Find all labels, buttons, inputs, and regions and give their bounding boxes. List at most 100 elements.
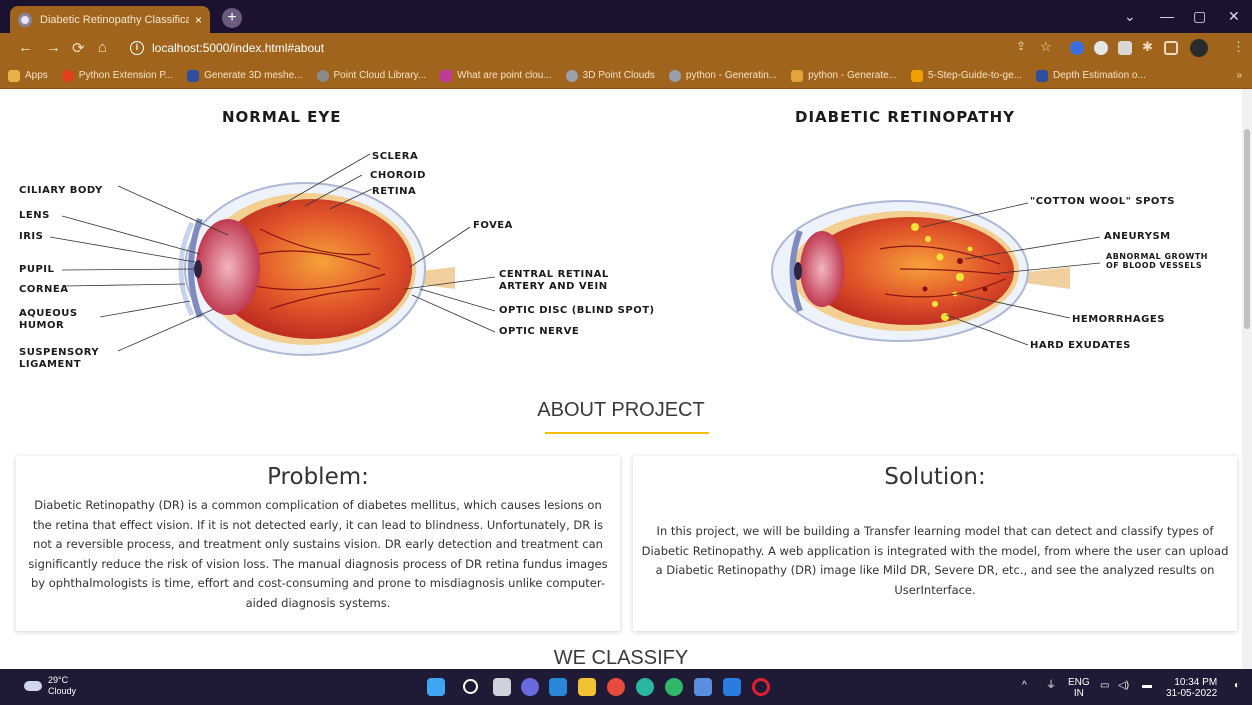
edge-icon[interactable]: [636, 678, 654, 696]
close-window-button[interactable]: ✕: [1228, 8, 1240, 25]
bookmark-favicon-icon: [61, 69, 74, 82]
vscode-icon[interactable]: [723, 678, 741, 696]
app-icon[interactable]: [665, 678, 683, 696]
side-panel-icon[interactable]: [1164, 41, 1178, 55]
page-scrollbar[interactable]: [1242, 89, 1252, 669]
label-aqueous-humor: AQUEOUS HUMOR: [19, 308, 78, 331]
bookmark-favicon-icon: [911, 69, 924, 82]
forward-arrow-icon[interactable]: →: [46, 39, 61, 56]
label-hard-exudates: HARD EXUDATES: [1030, 340, 1131, 351]
search-icon[interactable]: [463, 679, 478, 694]
bookmark-item[interactable]: 3D Point Clouds: [565, 69, 655, 82]
bookmark-favicon-icon: [440, 69, 453, 82]
extension-icon[interactable]: [1118, 41, 1132, 55]
bookmark-favicon-icon: [791, 69, 804, 82]
tray-chevron-icon[interactable]: ^: [1022, 680, 1027, 691]
bookmark-favicon-icon: [668, 69, 681, 82]
tab-search-icon[interactable]: ⌄: [1124, 8, 1136, 25]
weather-condition: Cloudy: [48, 686, 77, 696]
browser-toolbar: ← → ⟳ ⌂ i localhost:5000/index.html#abou…: [0, 33, 1252, 63]
label-lens: LENS: [19, 210, 50, 221]
bookmark-item[interactable]: What are point clou...: [440, 69, 552, 82]
extensions-puzzle-icon[interactable]: ✱: [1142, 39, 1153, 55]
battery-icon[interactable]: ▬: [1142, 680, 1152, 691]
new-tab-button[interactable]: +: [222, 8, 242, 28]
bookmark-favicon-icon: [565, 69, 578, 82]
weather-temperature: 29°C: [48, 675, 69, 685]
bookmark-item[interactable]: python - Generatin...: [668, 69, 777, 82]
label-hemorrhages: HEMORRHAGES: [1072, 314, 1165, 325]
bookmark-apps[interactable]: Apps: [8, 69, 48, 82]
opera-icon[interactable]: [752, 678, 770, 696]
microphone-icon[interactable]: ⏚: [1046, 680, 1056, 691]
bookmark-item[interactable]: Python Extension P...: [61, 69, 173, 82]
page-viewport: NORMAL EYE SCLERA CHOROID RETINA CILIARY…: [0, 89, 1242, 669]
site-info-icon[interactable]: i: [130, 41, 144, 55]
browser-tab-active[interactable]: Diabetic Retinopathy Classificati ×: [10, 6, 210, 33]
minimize-button[interactable]: —: [1160, 8, 1174, 24]
bookmark-favicon-icon: [187, 69, 200, 82]
label-retina: RETINA: [372, 186, 417, 197]
bookmark-item[interactable]: 5-Step-Guide-to-ge...: [911, 69, 1022, 82]
maximize-button[interactable]: ▢: [1193, 8, 1206, 25]
label-cotton-wool: "COTTON WOOL" SPOTS: [1030, 196, 1175, 207]
label-cornea: CORNEA: [19, 284, 69, 295]
photos-icon[interactable]: [694, 678, 712, 696]
bookmark-item[interactable]: Generate 3D meshe...: [187, 69, 303, 82]
problem-text: Diabetic Retinopathy (DR) is a common co…: [28, 498, 608, 610]
share-icon[interactable]: ⇪: [1016, 39, 1026, 53]
extension-icon[interactable]: [1094, 41, 1108, 55]
tab-close-icon[interactable]: ×: [195, 13, 202, 27]
language-indicator[interactable]: ENG IN: [1068, 677, 1090, 699]
home-icon[interactable]: ⌂: [98, 39, 107, 56]
bookmark-star-icon[interactable]: ☆: [1040, 39, 1052, 55]
profile-avatar[interactable]: [1190, 39, 1208, 57]
network-icon[interactable]: ▭: [1100, 680, 1109, 691]
address-url[interactable]: localhost:5000/index.html#about: [152, 41, 324, 55]
clock[interactable]: 10:34 PM 31-05-2022: [1166, 677, 1217, 699]
task-view-icon[interactable]: [493, 678, 511, 696]
bookmark-item[interactable]: Point Cloud Library...: [316, 69, 426, 82]
label-choroid: CHOROID: [370, 170, 426, 181]
cloud-icon: [24, 681, 42, 691]
label-ciliary-body: CILIARY BODY: [19, 185, 103, 196]
dr-title: DIABETIC RETINOPATHY: [795, 108, 1015, 126]
tab-favicon-icon: [18, 12, 32, 27]
apps-grid-icon: [8, 69, 20, 82]
label-optic-nerve: OPTIC NERVE: [499, 326, 580, 337]
chrome-icon[interactable]: [607, 678, 625, 696]
label-aneurysm: ANEURYSM: [1104, 231, 1171, 242]
address-bar[interactable]: i localhost:5000/index.html#about: [120, 36, 1000, 60]
label-central-retinal: CENTRAL RETINAL ARTERY AND VEIN: [499, 269, 609, 292]
bookmark-favicon-icon: [316, 69, 329, 82]
problem-card: Problem: Diabetic Retinopathy (DR) is a …: [16, 456, 620, 631]
back-arrow-icon[interactable]: ←: [18, 39, 33, 56]
bookmark-item[interactable]: Depth Estimation o...: [1035, 69, 1146, 82]
label-suspensory-ligament: SUSPENSORY LIGAMENT: [19, 347, 100, 370]
dr-eye-illustration: [771, 200, 1070, 342]
reload-icon[interactable]: ⟳: [72, 39, 85, 57]
scrollbar-thumb[interactable]: [1244, 129, 1250, 329]
menu-kebab-icon[interactable]: ⋮: [1232, 39, 1245, 55]
bookmarks-overflow-button[interactable]: »: [1236, 70, 1242, 81]
label-abnormal-growth: ABNORMAL GROWTH OF BLOOD VESSELS: [1106, 252, 1208, 270]
weather-widget[interactable]: 29°C Cloudy: [24, 675, 76, 697]
bookmark-favicon-icon: [1035, 69, 1048, 82]
extension-icon[interactable]: [1070, 41, 1084, 55]
label-pupil: PUPIL: [19, 264, 55, 275]
chat-icon[interactable]: [521, 678, 539, 696]
bookmark-item[interactable]: python - Generate...: [791, 69, 897, 82]
windows-start-icon[interactable]: [427, 678, 445, 696]
solution-text: In this project, we will be building a T…: [641, 524, 1229, 597]
label-sclera: SCLERA: [372, 151, 419, 162]
label-fovea: FOVEA: [473, 220, 513, 231]
windows-taskbar: 29°C Cloudy ^ ⏚ ENG IN ▭ ◁) ▬ 10:34 PM 3…: [0, 669, 1252, 705]
volume-icon[interactable]: ◁): [1118, 680, 1129, 691]
file-explorer-icon[interactable]: [578, 678, 596, 696]
widgets-icon[interactable]: [549, 678, 567, 696]
notifications-icon[interactable]: ◐: [1234, 680, 1240, 691]
we-classify-title: WE CLASSIFY: [553, 647, 689, 669]
label-optic-disc: OPTIC DISC (BLIND SPOT): [499, 305, 655, 316]
title-underline: [545, 432, 709, 434]
browser-tab-strip: Diabetic Retinopathy Classificati × + ⌄ …: [0, 0, 1252, 33]
